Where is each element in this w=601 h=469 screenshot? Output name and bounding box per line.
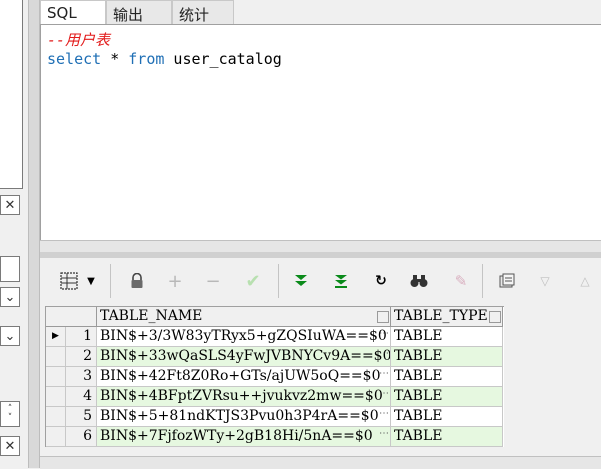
grid-icon[interactable] [56, 268, 82, 294]
current-row-indicator-icon: ▶ [46, 327, 66, 347]
sql-comment: --用户表 [47, 31, 111, 49]
column-filter-icon[interactable] [489, 311, 501, 323]
sql-star: * [101, 50, 129, 68]
triangle-up-icon[interactable]: △ [572, 268, 598, 294]
toolbar-separator [110, 264, 111, 298]
eraser-icon[interactable]: ✎ [448, 268, 474, 294]
row-number[interactable]: 1 [66, 327, 97, 347]
object-list[interactable] [0, 0, 23, 189]
sql-table-name: user_catalog [164, 50, 282, 68]
cell-table-name: BIN$+3/3W83yTRyx5+gZQSIuWA==$0 [100, 328, 387, 344]
grid-horizontal-scrollbar[interactable] [40, 456, 601, 469]
double-down-arrow-icon[interactable] [288, 268, 314, 294]
column-header-table-name[interactable]: TABLE_NAME [97, 307, 391, 327]
toolbar-separator [278, 264, 279, 298]
cell-table-name: BIN$+5+81ndKTJS3Pvu0h3P4rA==$0 [100, 408, 379, 424]
result-grid[interactable]: TABLE_NAME TABLE_TYPE ▶ 1 BIN$+3/3W83yTR… [45, 306, 504, 447]
row-number[interactable]: 2 [66, 347, 97, 367]
table-row[interactable]: BIN$+33wQaSLS4yFwJVBNYCv9A==$0 ⋯ [97, 347, 391, 367]
export-icon[interactable] [494, 268, 520, 294]
column-header-table-type[interactable]: TABLE_TYPE [391, 307, 503, 327]
ellipsis-icon[interactable]: ⋯ [379, 389, 389, 403]
cell-table-name: BIN$+33wQaSLS4yFwJVBNYCv9A==$0 [100, 348, 391, 364]
lock-icon[interactable] [124, 268, 150, 294]
cell-table-type[interactable]: TABLE [391, 387, 503, 407]
fetch-last-icon[interactable] [328, 268, 354, 294]
refresh-icon[interactable]: ↻ [368, 268, 394, 294]
binoculars-icon[interactable] [406, 268, 432, 294]
ellipsis-icon[interactable]: ⋯ [379, 409, 389, 423]
row-indicator [46, 367, 66, 387]
table-row[interactable]: BIN$+5+81ndKTJS3Pvu0h3P4rA==$0 ⋯ [97, 407, 391, 427]
row-indicator [46, 407, 66, 427]
cell-table-type[interactable]: TABLE [391, 347, 503, 367]
cell-table-type[interactable]: TABLE [391, 327, 503, 347]
grid-corner [46, 307, 97, 327]
cell-table-type[interactable]: TABLE [391, 427, 503, 447]
sql-keyword-from: from [128, 50, 165, 68]
row-number[interactable]: 5 [66, 407, 97, 427]
cell-table-type[interactable]: TABLE [391, 367, 503, 387]
cell-table-name: BIN$+42Ft8Z0Ro+GTs/ajUW5oQ==$0 [100, 368, 381, 384]
check-icon[interactable]: ✔ [240, 268, 266, 294]
toolbar-separator [482, 264, 483, 298]
table-row[interactable]: BIN$+4BFptZVRsu++jvukvz2mw==$0 ⋯ [97, 387, 391, 407]
chevron-down-icon[interactable]: ⌄ [0, 287, 20, 307]
vertical-splitter[interactable] [28, 0, 40, 468]
table-row[interactable]: BIN$+7FjfozWTy+2gB18Hi/5nA==$0 ⋯ [97, 427, 391, 447]
cell-table-name: BIN$+4BFptZVRsu++jvukvz2mw==$0 [100, 388, 383, 404]
column-header-label: TABLE_TYPE [394, 308, 488, 324]
tab-output[interactable]: 输出 [106, 0, 172, 24]
filter-field[interactable] [0, 256, 20, 282]
triangle-down-icon[interactable]: ▽ [532, 268, 558, 294]
column-filter-icon[interactable] [377, 311, 389, 323]
row-number[interactable]: 3 [66, 367, 97, 387]
ellipsis-icon[interactable]: ⋯ [379, 369, 389, 383]
spinner-icon[interactable]: ˄ ˅ [0, 401, 20, 427]
row-indicator [46, 387, 66, 407]
left-panel: ✕ ⌄ ⌄ ˄ ˅ ✕ [0, 0, 28, 468]
cell-table-name: BIN$+7FjfozWTy+2gB18Hi/5nA==$0 [100, 428, 373, 444]
row-indicator [46, 427, 66, 447]
results-toolbar: ▼ + − ✔ ↻ ✎ ▽ △ [40, 258, 601, 304]
column-header-label: TABLE_NAME [100, 308, 203, 324]
ellipsis-icon[interactable]: ⋯ [379, 349, 389, 363]
close-icon[interactable]: ✕ [0, 195, 20, 215]
table-row[interactable]: BIN$+42Ft8Z0Ro+GTs/ajUW5oQ==$0 ⋯ [97, 367, 391, 387]
ellipsis-icon[interactable]: ⋯ [379, 329, 389, 343]
row-number[interactable]: 6 [66, 427, 97, 447]
row-indicator [46, 347, 66, 367]
cell-table-type[interactable]: TABLE [391, 407, 503, 427]
minus-icon[interactable]: − [200, 268, 226, 294]
ellipsis-icon[interactable]: ⋯ [379, 429, 389, 443]
plus-icon[interactable]: + [162, 268, 188, 294]
tab-sql[interactable]: SQL [40, 0, 106, 24]
chevron-down-icon[interactable]: ▼ [84, 268, 98, 294]
tab-bar: SQL 输出 统计 [40, 0, 601, 24]
table-row[interactable]: BIN$+3/3W83yTRyx5+gZQSIuWA==$0 ⋯ [97, 327, 391, 347]
sql-keyword-select: select [47, 50, 102, 68]
row-number[interactable]: 4 [66, 387, 97, 407]
sql-statement: select * from user_catalog [47, 50, 282, 68]
close-icon[interactable]: ✕ [0, 436, 20, 456]
sql-editor[interactable]: --用户表 select * from user_catalog [40, 24, 601, 240]
tab-statistics[interactable]: 统计 [172, 0, 234, 24]
chevron-down-icon[interactable]: ⌄ [0, 326, 20, 346]
